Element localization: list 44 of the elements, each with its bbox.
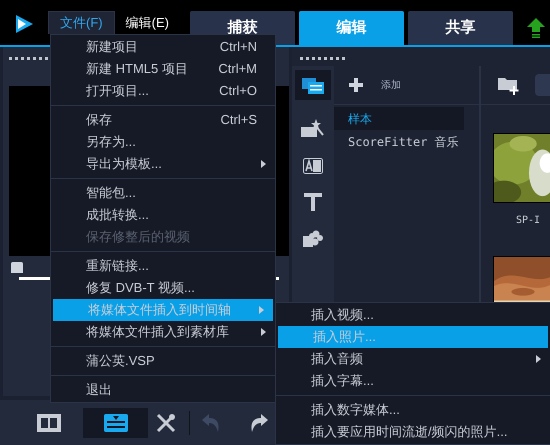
tools-icon[interactable] <box>156 412 176 432</box>
app-logo-icon <box>16 15 33 33</box>
film-icon[interactable] <box>37 414 61 432</box>
shortcut-label: Ctrl+O <box>219 82 257 100</box>
upload-arrow-icon[interactable] <box>526 18 545 38</box>
grip-dots <box>300 57 346 60</box>
magic-wand-icon[interactable] <box>301 119 325 139</box>
menu-item[interactable]: 智能包... <box>51 182 275 204</box>
menu-item[interactable]: 重新链接... <box>51 255 275 277</box>
scrubber-handle[interactable] <box>11 262 23 273</box>
ab-text-icon[interactable] <box>303 158 323 174</box>
add-label[interactable]: 添加 <box>381 78 401 92</box>
menu-item[interactable]: 退出 <box>51 379 275 401</box>
menu-bar-item[interactable]: 文件(F) <box>48 11 115 34</box>
grip-dots <box>9 57 49 60</box>
title-t-icon[interactable] <box>304 193 322 211</box>
redo-icon[interactable] <box>250 414 268 432</box>
menu-item[interactable]: 保存 Ctrl+S <box>51 109 275 131</box>
shortcut-label: Ctrl+M <box>218 60 257 78</box>
timeline-icon <box>104 414 128 432</box>
media-icon <box>302 76 324 94</box>
menu-item[interactable]: 新建 HTML5 项目 Ctrl+M <box>51 58 275 80</box>
menu-item[interactable]: 将媒体文件插入到素材库 <box>51 321 275 343</box>
menu-item[interactable]: 插入字幕... <box>276 370 550 392</box>
folder-item[interactable]: 样本 <box>334 107 464 130</box>
menu-item[interactable]: 蒲公英.VSP <box>51 350 275 372</box>
menu-item[interactable]: 成批转换... <box>51 204 275 226</box>
menu-item[interactable]: 导出为模板... <box>51 153 275 175</box>
menu-item[interactable]: 另存为... <box>51 131 275 153</box>
thumbnail-caption: SP-I <box>516 214 542 228</box>
add-folder-icon[interactable] <box>498 75 520 95</box>
media-library-button[interactable] <box>295 70 331 100</box>
menu-item[interactable]: 插入数字媒体... <box>276 399 550 421</box>
timeline-view-button[interactable] <box>83 408 148 438</box>
menu-item[interactable]: 插入视频... <box>276 304 550 326</box>
shortcut-label: Ctrl+S <box>220 111 257 130</box>
menu-item[interactable]: 打开项目... Ctrl+O <box>51 80 275 102</box>
menu-item[interactable]: 插入音频 <box>276 348 550 370</box>
menu-item[interactable]: 插入要应用时间流逝/频闪的照片... <box>276 421 550 443</box>
plus-icon[interactable] <box>349 78 363 92</box>
folder-item[interactable]: ScoreFitter 音乐 <box>334 130 464 153</box>
menu-item[interactable]: 修复 DVB-T 视频... <box>51 277 275 299</box>
menu-bar-item[interactable]: 编辑(E) <box>114 11 180 34</box>
tab[interactable]: 共享 <box>408 11 513 45</box>
